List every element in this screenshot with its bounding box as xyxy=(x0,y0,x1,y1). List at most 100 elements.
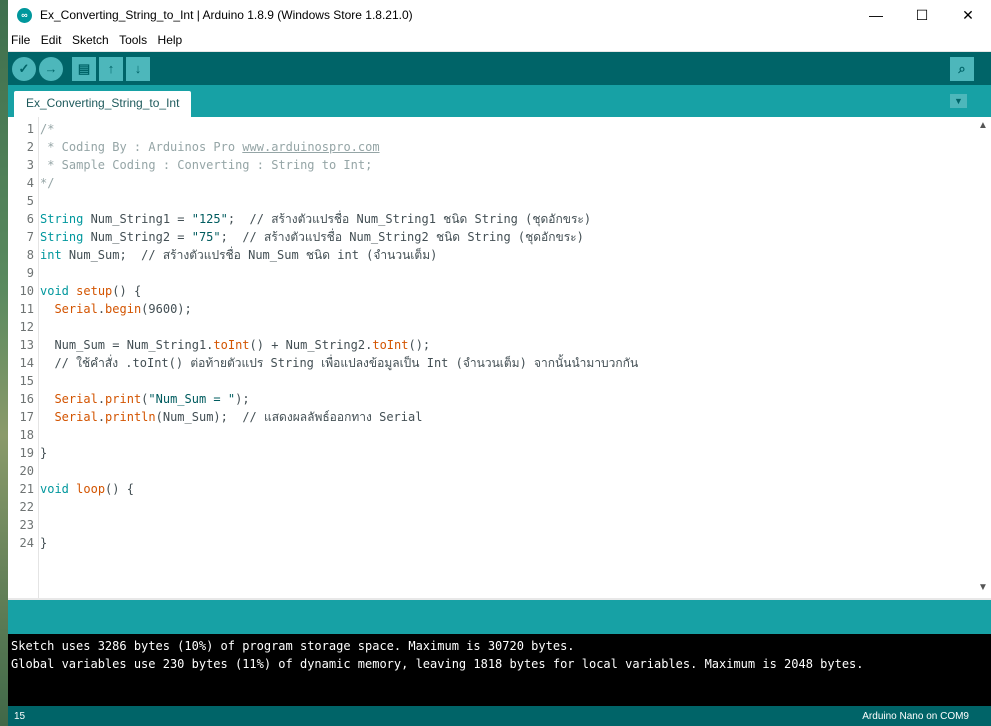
code-line[interactable]: 19} xyxy=(20,444,970,462)
line-number: 5 xyxy=(26,194,34,208)
new-file-icon: ▤ xyxy=(77,61,91,76)
line-number: 18 xyxy=(19,428,34,442)
status-bar: 15 Arduino Nano on COM9 xyxy=(8,706,991,726)
code-area[interactable]: 1 /* 2 * Coding By : Arduinos Pro www.ardu… xyxy=(20,120,970,552)
code-line[interactable]: 4 */ xyxy=(27,174,970,192)
code-line[interactable]: 7 String Num_String2 = "75"; // สร้างตัวแ… xyxy=(27,228,970,246)
code-line[interactable]: 8 int Num_Sum; // สร้างตัวแปรชื่อ Num_Sum… xyxy=(27,246,970,264)
code-token: () + Num_String2. xyxy=(249,338,373,352)
code-line[interactable]: 2 * Coding By : Arduinos Pro www.arduino… xyxy=(27,138,970,156)
vertical-scrollbar[interactable]: ▲ ▼ xyxy=(975,117,991,598)
new-sketch-button[interactable]: ▤ xyxy=(72,57,96,81)
scroll-down-icon[interactable]: ▼ xyxy=(978,582,988,593)
code-token: Serial xyxy=(54,392,98,406)
code-line[interactable]: 16 Serial.print("Num_Sum = "); xyxy=(20,390,970,408)
verify-button[interactable]: ✓ xyxy=(12,57,36,81)
console-line: Global variables use 230 bytes (11%) of … xyxy=(11,657,864,671)
code-line[interactable]: 23 xyxy=(20,516,970,534)
code-token: String xyxy=(40,212,84,226)
board-port-label: Arduino Nano on COM9 xyxy=(862,711,969,722)
console-output: Sketch uses 3286 bytes (10%) of program … xyxy=(8,634,991,706)
menu-sketch[interactable]: Sketch xyxy=(69,31,112,47)
code-token: void xyxy=(40,482,69,496)
tab-sketch[interactable]: Ex_Converting_String_to_Int xyxy=(14,91,192,117)
code-line[interactable]: 24} xyxy=(20,534,970,552)
code-line[interactable]: 13 Num_Sum = Num_String1.toInt() + Num_S… xyxy=(20,336,970,354)
code-token: /* xyxy=(40,122,55,136)
code-line[interactable]: 14 // ใช้คำสั่ง .toInt() ต่อท้ายตัวแปร S… xyxy=(20,354,970,372)
line-number: 21 xyxy=(19,482,34,496)
code-token: . xyxy=(97,410,106,424)
menu-file[interactable]: File xyxy=(8,31,33,47)
code-line[interactable]: 9 xyxy=(27,264,970,282)
code-token[interactable]: www.arduinospro.com xyxy=(242,140,379,154)
code-token: } xyxy=(40,446,48,460)
code-token: */ xyxy=(40,176,55,190)
arrow-down-icon: ↓ xyxy=(134,61,142,76)
tab-menu-button[interactable]: ▼ xyxy=(950,94,967,108)
scroll-up-icon[interactable]: ▲ xyxy=(978,120,988,131)
window-title: Ex_Converting_String_to_Int | Arduino 1.… xyxy=(40,8,413,22)
title-bar: ∞ Ex_Converting_String_to_Int | Arduino … xyxy=(8,0,991,31)
code-line[interactable]: 20 xyxy=(20,462,970,480)
line-number: 3 xyxy=(26,158,34,172)
open-sketch-button[interactable]: ↑ xyxy=(99,57,123,81)
menu-help[interactable]: Help xyxy=(155,31,186,47)
code-line[interactable]: 3 * Sample Coding : Converting : String … xyxy=(27,156,970,174)
code-token: ; // สร้างตัวแปรชื่อ Num_String1 ชนิด St… xyxy=(227,212,592,226)
code-line[interactable]: 18 xyxy=(20,426,970,444)
code-token: (Num_Sum); // แสดงผลลัพธ์ออกทาง Serial xyxy=(155,410,423,424)
menu-edit[interactable]: Edit xyxy=(38,31,65,47)
code-editor[interactable]: 1 /* 2 * Coding By : Arduinos Pro www.ardu… xyxy=(8,117,991,598)
code-token: . xyxy=(97,302,106,316)
menu-tools[interactable]: Tools xyxy=(116,31,150,47)
code-token: "75" xyxy=(191,230,221,244)
code-token: ); xyxy=(235,392,250,406)
code-line[interactable]: 21 void loop() { xyxy=(20,480,970,498)
arrow-up-icon: ↑ xyxy=(107,61,115,76)
arrow-right-icon: → xyxy=(44,61,58,76)
code-token: begin xyxy=(105,302,142,316)
close-button[interactable]: ✕ xyxy=(945,0,991,31)
code-token: String xyxy=(40,230,84,244)
line-number: 22 xyxy=(19,500,34,514)
code-token: Num_String1 = xyxy=(83,212,192,226)
save-sketch-button[interactable]: ↓ xyxy=(126,57,150,81)
toolbar: ✓ → ▤ ↑ ↓ ⌕ xyxy=(8,52,991,85)
line-number: 1 xyxy=(26,122,34,136)
code-line[interactable]: 6 String Num_String1 = "125"; // สร้างตัว… xyxy=(27,210,970,228)
line-number: 2 xyxy=(26,140,34,154)
menu-bar: File Edit Sketch Tools Help xyxy=(8,31,991,52)
code-token: (); xyxy=(408,338,431,352)
code-token: Num_String2 = xyxy=(83,230,192,244)
code-token: () { xyxy=(105,482,134,496)
code-line[interactable]: 1 /* xyxy=(27,120,970,138)
code-line[interactable]: 17 Serial.println(Num_Sum); // แสดงผลลัพ… xyxy=(20,408,970,426)
line-number: 8 xyxy=(26,248,34,262)
code-line[interactable]: 12 xyxy=(20,318,970,336)
code-token: // ใช้คำสั่ง .toInt() ต่อท้ายตัวแปร Stri… xyxy=(40,356,639,370)
serial-monitor-button[interactable]: ⌕ xyxy=(950,57,974,81)
code-token: Serial xyxy=(54,410,98,424)
line-number: 7 xyxy=(26,230,34,244)
magnifier-icon: ⌕ xyxy=(958,61,966,76)
line-number: 16 xyxy=(19,392,34,406)
code-line[interactable]: 15 xyxy=(20,372,970,390)
code-line[interactable]: 5 xyxy=(27,192,970,210)
code-token: * Coding By : Arduinos Pro xyxy=(40,140,243,154)
code-token: Num_Sum = Num_String1. xyxy=(40,338,214,352)
code-token: loop xyxy=(76,482,106,496)
code-token: } xyxy=(40,536,48,550)
minimize-button[interactable]: — xyxy=(853,0,899,31)
upload-button[interactable]: → xyxy=(39,57,63,81)
maximize-button[interactable]: ☐ xyxy=(899,0,945,31)
code-line[interactable]: 22 xyxy=(20,498,970,516)
code-line[interactable]: 11 Serial.begin(9600); xyxy=(20,300,970,318)
arduino-logo-icon: ∞ xyxy=(17,8,32,23)
line-number: 24 xyxy=(19,536,34,550)
message-bar xyxy=(8,598,991,636)
code-line[interactable]: 10 void setup() { xyxy=(20,282,970,300)
line-number: 12 xyxy=(19,320,34,334)
line-number: 10 xyxy=(19,284,34,298)
